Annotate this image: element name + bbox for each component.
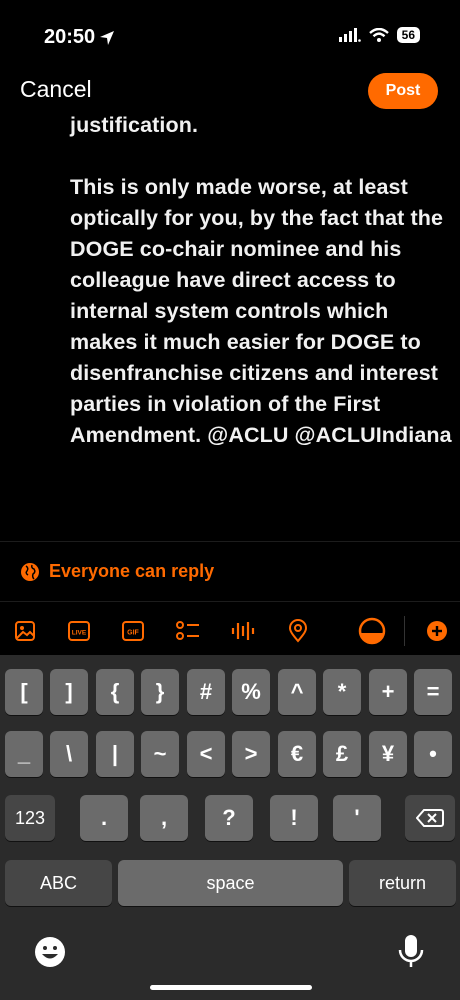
post-button[interactable]: Post — [368, 73, 438, 109]
reply-setting-label: Everyone can reply — [49, 561, 215, 581]
signal-icon — [338, 28, 361, 42]
compose-line-top: justification. — [70, 113, 199, 137]
numbers-mode-key[interactable]: 123 — [5, 795, 55, 841]
status-icons: 56 — [338, 27, 420, 43]
status-time: 20:50 — [44, 26, 115, 49]
key[interactable]: [ — [5, 669, 43, 715]
return-key[interactable]: return — [349, 860, 456, 906]
key[interactable]: % — [232, 669, 270, 715]
live-icon[interactable]: LIVE — [66, 612, 92, 650]
divider — [0, 541, 460, 542]
key[interactable]: > — [232, 731, 270, 777]
audio-icon[interactable] — [230, 612, 256, 650]
character-progress-icon — [357, 612, 387, 650]
wifi-icon — [368, 28, 389, 42]
battery-indicator: 56 — [396, 27, 420, 43]
compose-toolbar: LIVE GIF — [0, 612, 460, 650]
key[interactable]: ? — [205, 795, 253, 841]
gif-icon[interactable]: GIF — [120, 612, 146, 650]
backspace-icon — [416, 809, 444, 827]
gif-label: GIF — [127, 630, 139, 637]
abc-key[interactable]: ABC — [5, 860, 112, 906]
key[interactable]: } — [141, 669, 179, 715]
key[interactable]: . — [80, 795, 128, 841]
location-icon[interactable] — [286, 612, 310, 650]
key[interactable]: < — [187, 731, 225, 777]
key[interactable]: = — [414, 669, 452, 715]
compose-paragraph: This is only made worse, at least optica… — [70, 175, 452, 447]
status-bar: 20:50 56 — [0, 0, 460, 70]
home-indicator — [150, 985, 312, 990]
toolbar-divider — [404, 616, 405, 646]
key[interactable]: + — [369, 669, 407, 715]
key[interactable]: ^ — [278, 669, 316, 715]
key[interactable]: • — [414, 731, 452, 777]
poll-icon[interactable] — [174, 612, 202, 650]
reply-setting[interactable]: Everyone can reply — [20, 561, 214, 582]
key[interactable]: _ — [5, 731, 43, 777]
space-key[interactable]: space — [118, 860, 343, 906]
divider — [0, 601, 460, 602]
key[interactable]: ! — [270, 795, 318, 841]
location-arrow-icon — [100, 30, 115, 45]
key[interactable]: ~ — [141, 731, 179, 777]
time-text: 20:50 — [44, 26, 96, 48]
key[interactable]: { — [96, 669, 134, 715]
key[interactable]: ' — [333, 795, 381, 841]
cancel-button[interactable]: Cancel — [20, 76, 92, 103]
key[interactable]: ¥ — [369, 731, 407, 777]
globe-icon — [21, 562, 39, 581]
key[interactable]: , — [140, 795, 188, 841]
image-icon[interactable] — [12, 612, 38, 650]
key[interactable]: \ — [50, 731, 88, 777]
keyboard: [ ] { } # % ^ * + = _ \ | ~ < > € £ ¥ • … — [0, 655, 460, 1000]
delete-key[interactable] — [405, 795, 455, 841]
key[interactable]: * — [323, 669, 361, 715]
add-icon[interactable] — [425, 612, 449, 650]
emoji-icon[interactable] — [33, 935, 67, 974]
microphone-icon[interactable] — [396, 933, 426, 976]
key[interactable]: # — [187, 669, 225, 715]
compose-text-area[interactable]: justification. This is only made worse, … — [70, 110, 455, 451]
key[interactable]: £ — [323, 731, 361, 777]
live-label: LIVE — [72, 630, 87, 637]
key[interactable]: € — [278, 731, 316, 777]
key[interactable]: | — [96, 731, 134, 777]
key[interactable]: ] — [50, 669, 88, 715]
